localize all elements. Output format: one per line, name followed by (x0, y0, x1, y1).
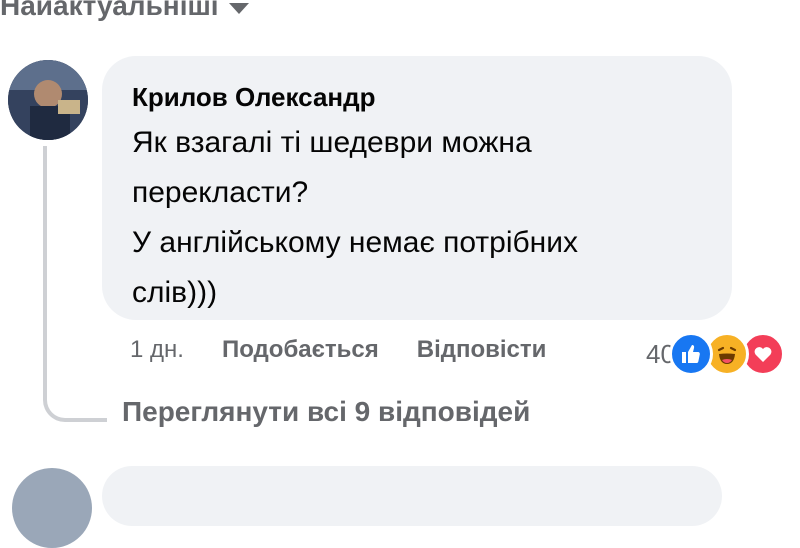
comment-text-line: слів))) (132, 276, 218, 309)
caret-down-icon (228, 2, 249, 14)
reaction-summary[interactable]: 40 (646, 332, 785, 376)
comment-bubble: Крилов Олександр Як взагалі ті шедеври м… (102, 56, 732, 320)
comment-bubble (102, 466, 722, 526)
comment-timestamp[interactable]: 1 дн. (130, 336, 184, 364)
like-button[interactable]: Подобається (222, 336, 379, 364)
comment-text: Як взагалі ті шедеври можна перекласти? … (132, 118, 702, 318)
avatar[interactable] (12, 468, 92, 548)
sort-dropdown[interactable]: Найактуальніші (0, 0, 249, 22)
reply-button[interactable]: Відповісти (417, 336, 547, 364)
comment-text-line: Як взагалі ті шедеври можна (132, 126, 532, 159)
avatar[interactable] (8, 60, 88, 140)
view-all-replies-link[interactable]: Переглянути всі 9 відповідей (122, 396, 530, 428)
avatar-photo (8, 60, 88, 140)
comment-text-line: У англійському немає потрібних (132, 226, 579, 259)
sort-label: Найактуальніші (0, 0, 219, 21)
thread-line (43, 146, 107, 422)
like-icon (668, 332, 713, 376)
comment-actions: 1 дн. Подобається Відповісти (130, 336, 546, 364)
comment-author[interactable]: Крилов Олександр (132, 80, 702, 114)
comment-text-line: перекласти? (132, 176, 309, 209)
